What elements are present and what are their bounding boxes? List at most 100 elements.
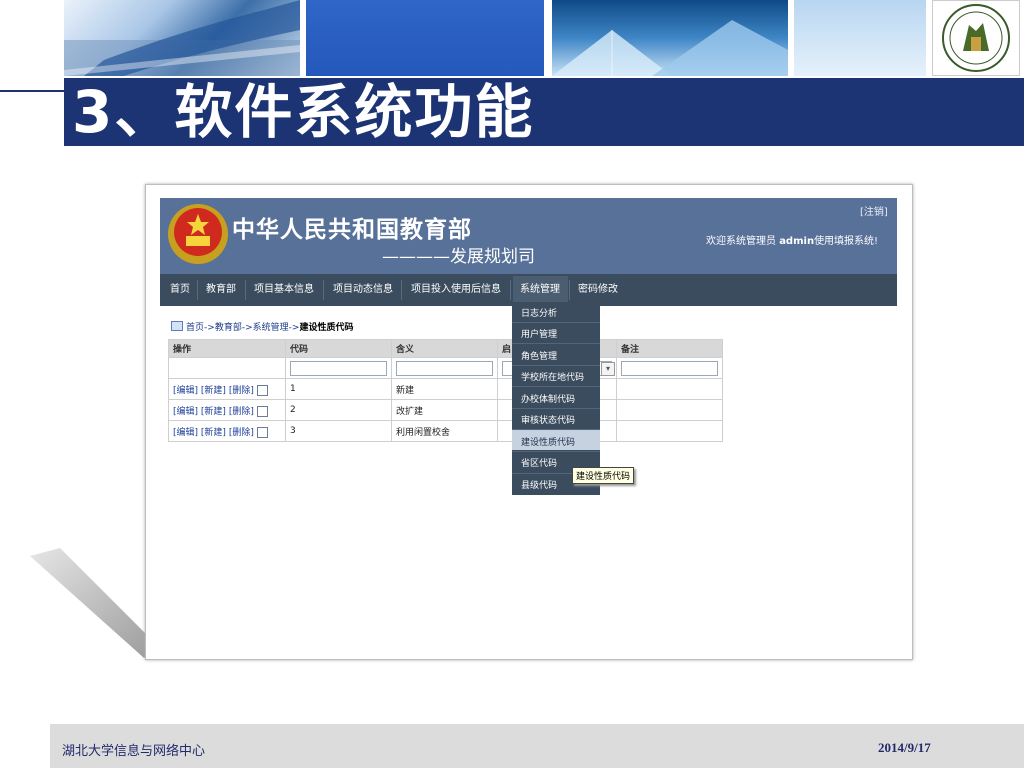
menu-item-construction-type-code[interactable]: 建设性质代码	[521, 435, 575, 448]
breadcrumb-arrow: ->	[288, 323, 300, 333]
title-bar-left-line	[0, 90, 64, 92]
edit-link[interactable]: [编辑]	[173, 386, 198, 396]
national-emblem-icon	[168, 204, 228, 264]
row-code: 1	[285, 378, 392, 400]
row-meaning: 新建	[391, 378, 498, 400]
nav-separator	[323, 280, 324, 300]
row-code: 3	[285, 420, 392, 442]
filter-input-code[interactable]	[290, 360, 387, 376]
delete-link[interactable]: [删除]	[229, 407, 254, 417]
filter-cell-remark	[616, 357, 723, 379]
filter-cell-empty	[168, 357, 286, 379]
delete-link[interactable]: [删除]	[229, 428, 254, 438]
edit-link[interactable]: [编辑]	[173, 407, 198, 417]
nav-item-project-usage[interactable]: 项目投入使用后信息	[411, 274, 501, 306]
breadcrumb: 首页->教育部->系统管理->建设性质代码	[186, 320, 353, 333]
breadcrumb-home[interactable]: 首页	[186, 323, 204, 333]
menu-item-county-code[interactable]: 县级代码	[521, 478, 557, 491]
app-dept-title: ————发展规划司	[382, 247, 535, 267]
dropdown-separator	[512, 322, 600, 323]
row-ops: [编辑] [新建] [删除]	[168, 378, 286, 400]
nav-separator	[401, 280, 402, 300]
menu-item-role-mgmt[interactable]: 角色管理	[521, 349, 557, 362]
row-ops: [编辑] [新建] [删除]	[168, 399, 286, 421]
row-checkbox[interactable]	[256, 426, 268, 438]
dropdown-separator	[512, 343, 600, 344]
table-row: [编辑] [新建] [删除] 3 利用闲置校舍	[168, 420, 723, 442]
breadcrumb-arrow: ->	[241, 323, 253, 333]
chevron-down-icon[interactable]: ▾	[601, 362, 615, 376]
row-checkbox[interactable]	[256, 405, 268, 417]
breadcrumb-system[interactable]: 系统管理	[253, 323, 289, 333]
dropdown-separator	[512, 365, 600, 366]
table-row: [编辑] [新建] [删除] 1 新建	[168, 378, 723, 400]
welcome-text: 欢迎系统管理员 admin使用填报系统!	[706, 232, 878, 247]
keyboard-hand-image	[64, 0, 300, 76]
row-checkbox[interactable]	[256, 384, 268, 396]
slide-title: 3、软件系统功能	[72, 78, 535, 146]
footer-date: 2014/9/17	[878, 740, 931, 755]
code-table: 操作 代码 含义 启 备注 [编辑] [新建] [删除] 1 新建 [编辑] […	[168, 339, 723, 442]
breadcrumb-arrow: ->	[204, 323, 215, 333]
menu-item-province-code[interactable]: 省区代码	[521, 456, 557, 469]
welcome-suffix: 使用填报系统!	[814, 236, 879, 247]
dropdown-separator	[512, 429, 600, 430]
header-photo-buildings	[552, 0, 788, 76]
breadcrumb-ministry[interactable]: 教育部	[215, 323, 242, 333]
nav-item-project-dynamic[interactable]: 项目动态信息	[333, 274, 393, 306]
logout-link[interactable]: [注销]	[860, 203, 888, 218]
footer-org: 湖北大学信息与网络中心	[62, 744, 206, 759]
menu-item-user-mgmt[interactable]: 用户管理	[521, 327, 557, 340]
university-seal-icon	[942, 4, 1010, 72]
nav-item-ministry[interactable]: 教育部	[206, 274, 236, 306]
table-row: [编辑] [新建] [删除] 2 改扩建	[168, 399, 723, 421]
dropdown-separator	[512, 451, 600, 452]
header-ops: 操作	[168, 339, 286, 358]
breadcrumb-current: 建设性质代码	[299, 323, 354, 333]
header-photo-blue	[306, 0, 544, 76]
menu-item-school-system-code[interactable]: 办校体制代码	[521, 392, 575, 405]
welcome-prefix: 欢迎系统管理员	[706, 236, 780, 247]
breadcrumb-icon	[171, 321, 183, 331]
nav-separator	[569, 280, 570, 300]
header-photo-light	[794, 0, 926, 76]
nav-item-home[interactable]: 首页	[170, 274, 190, 306]
table-header-row: 操作 代码 含义 启 备注	[168, 339, 723, 358]
row-remark	[616, 399, 723, 421]
menu-item-school-location-code[interactable]: 学校所在地代码	[521, 370, 584, 383]
delete-link[interactable]: [删除]	[229, 386, 254, 396]
nav-separator	[510, 280, 511, 300]
dropdown-separator	[512, 386, 600, 387]
tooltip: 建设性质代码	[572, 467, 635, 484]
app-org-title: 中华人民共和国教育部	[232, 216, 472, 243]
new-link[interactable]: [新建]	[201, 386, 226, 396]
dropdown-separator	[512, 408, 600, 409]
header-code: 代码	[285, 339, 392, 358]
filter-cell-code	[285, 357, 392, 379]
header-remark: 备注	[616, 339, 723, 358]
row-meaning: 利用闲置校舍	[391, 420, 498, 442]
nav-item-project-basic[interactable]: 项目基本信息	[254, 274, 314, 306]
buildings-image	[552, 20, 788, 76]
header-meaning: 含义	[391, 339, 498, 358]
nav-separator	[197, 280, 198, 300]
nav-separator	[245, 280, 246, 300]
row-code: 2	[285, 399, 392, 421]
filter-cell-meaning	[391, 357, 498, 379]
decorative-shadow	[30, 548, 160, 658]
row-ops: [编辑] [新建] [删除]	[168, 420, 286, 442]
row-remark	[616, 378, 723, 400]
row-remark	[616, 420, 723, 442]
filter-row	[168, 357, 723, 379]
edit-link[interactable]: [编辑]	[173, 428, 198, 438]
header-photo-keyboard	[64, 0, 300, 76]
university-logo	[932, 0, 1020, 76]
filter-input-meaning[interactable]	[396, 360, 493, 376]
filter-input-remark[interactable]	[621, 360, 718, 376]
menu-item-log-analysis[interactable]: 日志分析	[521, 306, 557, 319]
row-meaning: 改扩建	[391, 399, 498, 421]
new-link[interactable]: [新建]	[201, 407, 226, 417]
menu-item-audit-status-code[interactable]: 审核状态代码	[521, 413, 575, 426]
welcome-user: admin	[779, 236, 815, 247]
new-link[interactable]: [新建]	[201, 428, 226, 438]
